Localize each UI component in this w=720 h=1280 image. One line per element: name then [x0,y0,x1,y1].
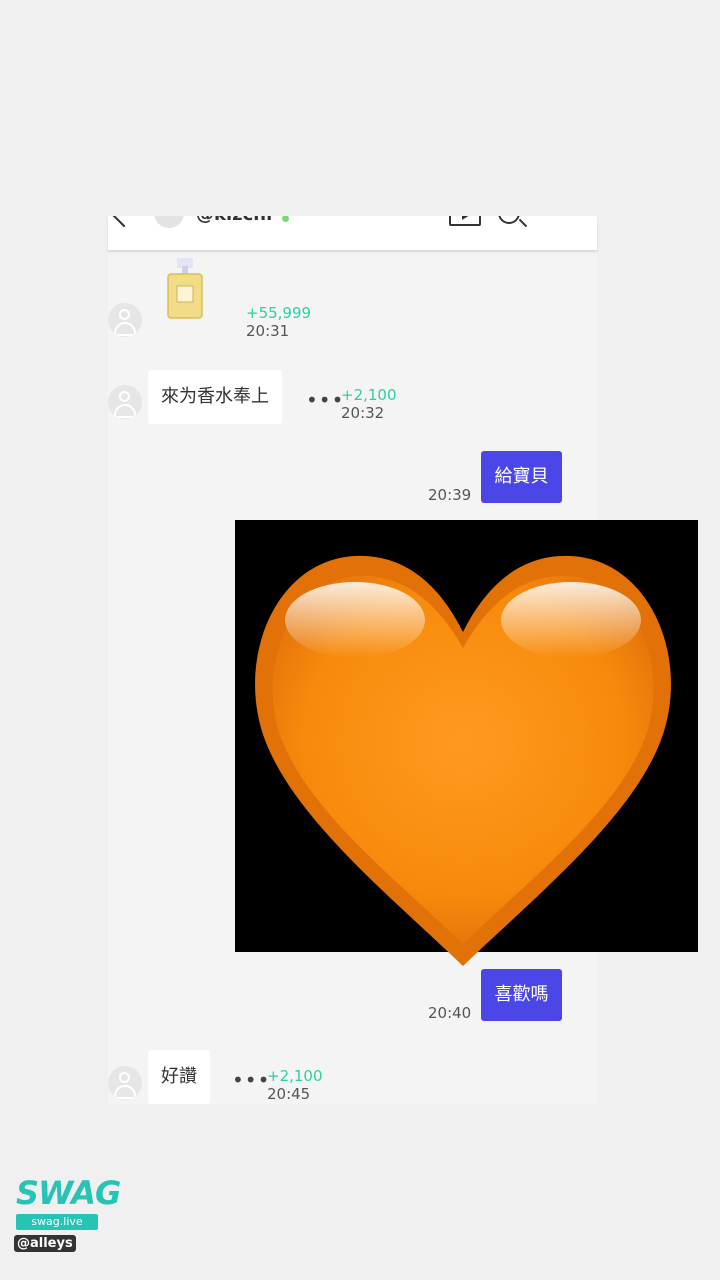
message-time: 20:31 [246,322,290,340]
message-time: 20:39 [428,486,472,504]
swag-logo: SWAG [16,1174,121,1212]
message-time: 20:32 [341,404,385,422]
perfume-gift-icon [167,258,203,319]
chat-header: @kizchi [108,216,597,250]
more-options-icon[interactable]: ••• [306,388,344,412]
search-icon[interactable] [498,216,520,224]
contact-avatar[interactable] [154,216,184,228]
incoming-message-bubble[interactable]: 來为香水奉上 [148,370,282,424]
gift-coins: +2,100 [341,386,397,404]
sender-avatar[interactable] [108,303,142,337]
outgoing-message-bubble[interactable]: 給寶貝 [481,451,562,503]
sender-avatar[interactable] [108,385,142,419]
creator-handle: @alleys [14,1235,76,1252]
outgoing-message-bubble[interactable]: 喜歡嗎 [481,969,562,1021]
contact-username[interactable]: @kizchi [196,216,272,225]
back-arrow-icon[interactable] [112,216,136,228]
orange-heart-icon [255,555,671,966]
swag-site: swag.live [16,1214,98,1230]
online-status-icon [282,216,289,222]
swag-watermark: SWAG swag.live @alleys [14,1174,121,1256]
image-message[interactable] [235,520,698,966]
gift-coins: +55,999 [246,304,312,322]
video-call-icon[interactable] [449,216,481,226]
